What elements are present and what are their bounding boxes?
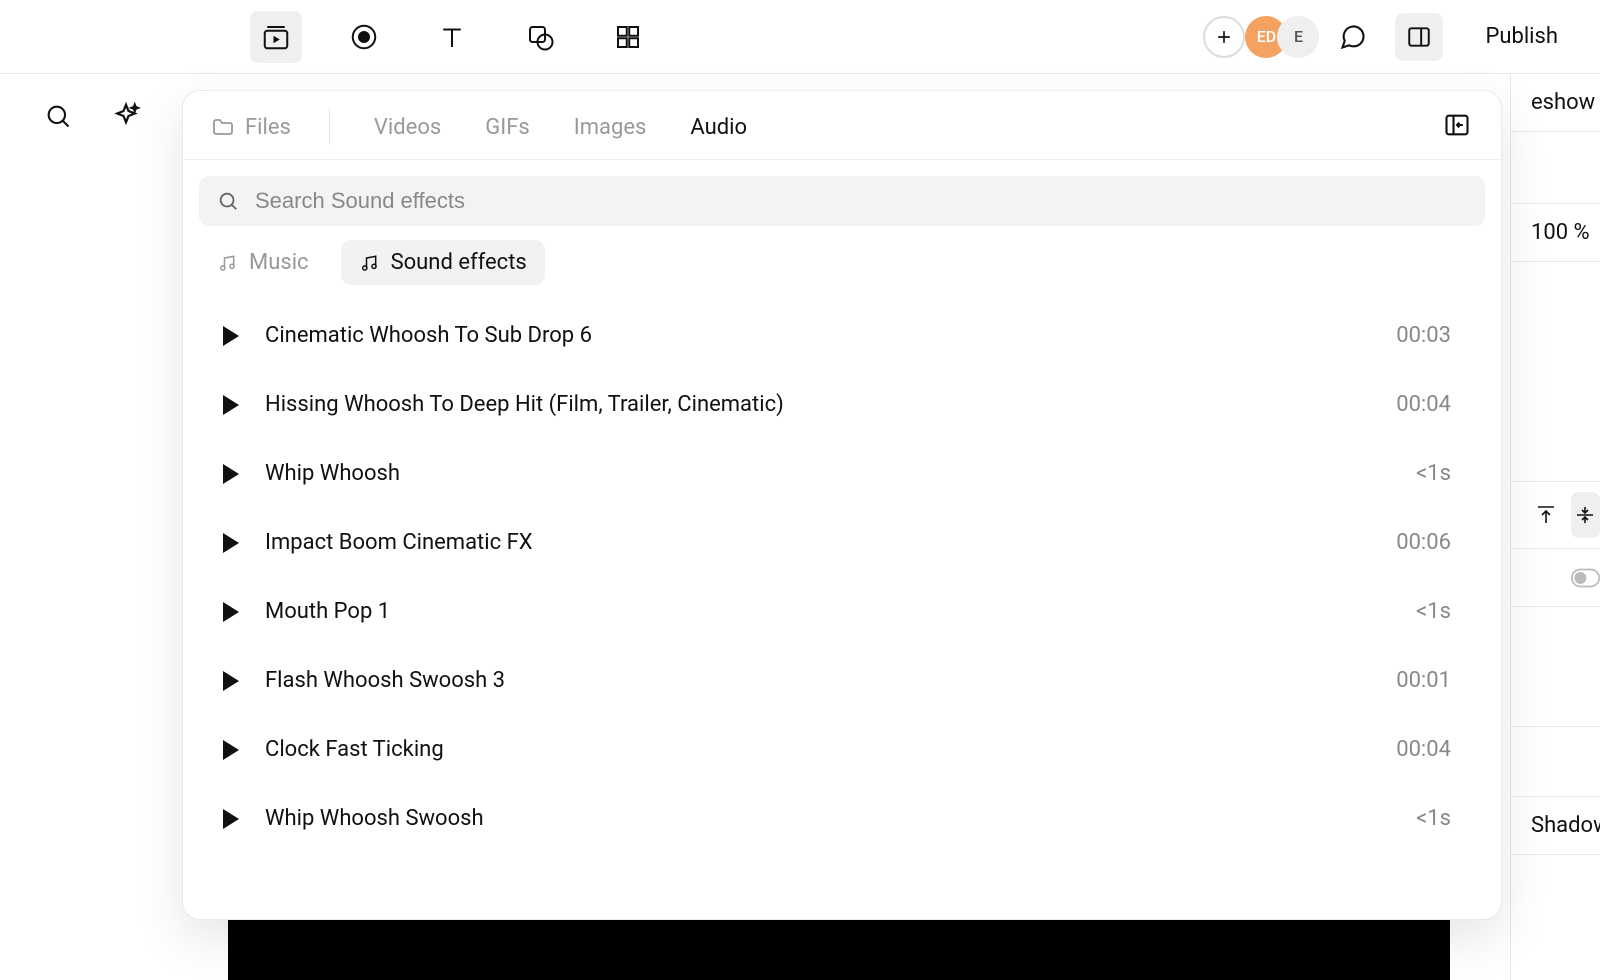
tab-files[interactable]: Files [211, 115, 291, 140]
search-icon [217, 190, 239, 212]
publish-button[interactable]: Publish [1473, 16, 1570, 57]
divider [329, 109, 330, 145]
track-duration: 00:06 [1396, 530, 1471, 555]
folder-icon [211, 115, 235, 139]
track-row[interactable]: Clock Fast Ticking 00:04 [203, 715, 1481, 784]
apps-tool-button[interactable] [602, 11, 654, 63]
play-icon[interactable] [223, 464, 239, 484]
category-sound-effects[interactable]: Sound effects [341, 240, 545, 285]
track-duration: <1s [1416, 806, 1471, 831]
ai-button[interactable] [104, 94, 148, 138]
track-title: Clock Fast Ticking [265, 737, 1370, 762]
opacity-row[interactable]: 100 % [1511, 204, 1600, 262]
comment-icon [1339, 23, 1367, 51]
track-title: Hissing Whoosh To Deep Hit (Film, Traile… [265, 392, 1370, 417]
play-icon[interactable] [223, 671, 239, 691]
track-title: Whip Whoosh Swoosh [265, 806, 1390, 831]
music-icon [217, 253, 237, 273]
search-input[interactable] [255, 188, 1467, 214]
search-bar[interactable] [199, 176, 1485, 226]
panel-heading: eshow [1511, 74, 1600, 132]
play-icon[interactable] [223, 740, 239, 760]
align-middle-button[interactable] [1571, 492, 1600, 538]
track-row[interactable]: Mouth Pop 1 <1s [203, 577, 1481, 646]
play-icon[interactable] [223, 533, 239, 553]
collaborator-avatars: ED E [1255, 16, 1319, 58]
sparkle-icon [111, 101, 141, 131]
invite-button[interactable] [1203, 16, 1245, 58]
shadow-row[interactable]: Shadow [1511, 797, 1600, 855]
media-icon [261, 22, 291, 52]
tab-audio[interactable]: Audio [690, 115, 747, 140]
play-icon[interactable] [223, 809, 239, 829]
track-row[interactable]: Hissing Whoosh To Deep Hit (Film, Traile… [203, 370, 1481, 439]
track-duration: 00:03 [1396, 323, 1471, 348]
track-row[interactable]: Impact Boom Cinematic FX 00:06 [203, 508, 1481, 577]
grid-icon [613, 22, 643, 52]
text-icon [437, 22, 467, 52]
align-top-icon [1534, 503, 1558, 527]
search-icon [44, 102, 72, 130]
track-title: Mouth Pop 1 [265, 599, 1390, 624]
record-tool-button[interactable] [338, 11, 390, 63]
play-icon[interactable] [223, 326, 239, 346]
pill-label: Sound effects [391, 250, 527, 275]
track-row[interactable]: Whip Whoosh Swoosh <1s [203, 784, 1481, 853]
popover-tabs: Files Videos GIFs Images Audio [183, 91, 1501, 159]
align-buttons [1511, 482, 1600, 549]
shapes-tool-button[interactable] [514, 11, 566, 63]
category-music[interactable]: Music [199, 240, 327, 285]
media-tool-button[interactable] [250, 11, 302, 63]
properties-panel: eshow 100 % Shadow [1510, 74, 1600, 980]
toolbar-right-group: ED E Publish [1203, 13, 1570, 61]
track-row[interactable]: Cinematic Whoosh To Sub Drop 6 00:03 [203, 301, 1481, 370]
media-popover: Files Videos GIFs Images Audio M [182, 90, 1502, 920]
comments-button[interactable] [1329, 13, 1377, 61]
track-row[interactable]: Whip Whoosh <1s [203, 439, 1481, 508]
opacity-value: 100 % [1531, 220, 1590, 245]
play-icon[interactable] [223, 602, 239, 622]
tab-gifs[interactable]: GIFs [485, 115, 529, 140]
avatar[interactable]: E [1277, 16, 1319, 58]
tab-videos[interactable]: Videos [374, 115, 441, 140]
record-icon [349, 22, 379, 52]
tracks-list: Cinematic Whoosh To Sub Drop 6 00:03 Hissi… [183, 297, 1501, 919]
collapse-left-icon [1443, 111, 1471, 139]
panel-icon [1406, 24, 1432, 50]
track-title: Flash Whoosh Swoosh 3 [265, 668, 1370, 693]
collapse-panel-button[interactable] [1441, 109, 1473, 141]
align-middle-icon [1573, 503, 1597, 527]
toggle-row[interactable] [1511, 549, 1600, 607]
track-title: Impact Boom Cinematic FX [265, 530, 1370, 555]
track-title: Cinematic Whoosh To Sub Drop 6 [265, 323, 1370, 348]
shapes-icon [525, 22, 555, 52]
track-title: Whip Whoosh [265, 461, 1390, 486]
search-button[interactable] [36, 94, 80, 138]
track-duration: 00:04 [1396, 737, 1471, 762]
track-duration: <1s [1416, 599, 1471, 624]
toggle-panel-button[interactable] [1395, 13, 1443, 61]
plus-icon [1214, 27, 1234, 47]
audio-category-tabs: Music Sound effects [183, 234, 1501, 297]
track-duration: 00:04 [1396, 392, 1471, 417]
left-rail [0, 74, 160, 980]
shadow-label: Shadow [1531, 813, 1600, 838]
track-duration: <1s [1416, 461, 1471, 486]
play-icon[interactable] [223, 395, 239, 415]
text-tool-button[interactable] [426, 11, 478, 63]
tab-label: Files [245, 115, 291, 140]
pill-label: Music [249, 250, 309, 275]
top-toolbar: ED E Publish [0, 0, 1600, 74]
tab-images[interactable]: Images [574, 115, 647, 140]
track-row[interactable]: Flash Whoosh Swoosh 3 00:01 [203, 646, 1481, 715]
toggle-icon [1571, 567, 1600, 589]
track-duration: 00:01 [1396, 668, 1471, 693]
music-icon [359, 253, 379, 273]
align-top-button[interactable] [1531, 492, 1561, 538]
toolbar-tools-group [250, 11, 654, 63]
